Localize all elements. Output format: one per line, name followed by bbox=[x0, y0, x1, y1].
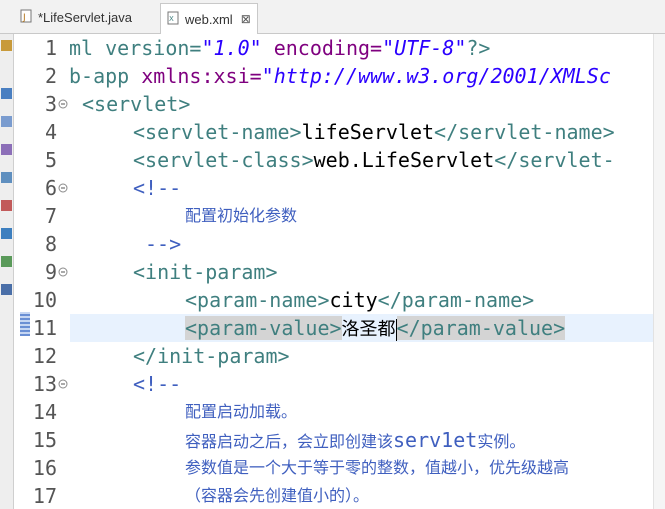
code-line: 8 --> bbox=[15, 230, 653, 258]
line-number: 17 bbox=[32, 484, 57, 508]
line-number: 3 bbox=[44, 92, 57, 116]
console-icon[interactable] bbox=[1, 172, 12, 183]
line-text: 配置启动加载。 bbox=[185, 402, 298, 421]
code-line: 13 <!-- bbox=[15, 370, 653, 398]
code-line: 1 ml version="1.0" encoding="UTF-8"?> bbox=[15, 34, 653, 62]
line-text: （容器会先创建值小的）。 bbox=[185, 486, 370, 505]
line-text: <servlet-class>web.LifeServlet</servlet- bbox=[133, 148, 615, 172]
line-number: 10 bbox=[32, 288, 57, 312]
code-line: 9 <init-param> bbox=[15, 258, 653, 286]
line-text: 参数值是一个大于等于零的整数，值越小，优先级越高 bbox=[185, 458, 570, 477]
line-text: <param-name>city</param-name> bbox=[185, 288, 535, 312]
problems-icon[interactable] bbox=[1, 144, 12, 155]
line-number: 12 bbox=[32, 344, 57, 368]
line-number: 8 bbox=[44, 232, 57, 256]
code-line: 7 配置初始化参数 bbox=[15, 202, 653, 230]
line-text: --> bbox=[145, 232, 182, 256]
code-line: 15 容器启动之后，会立即创建该serv1et实例。 bbox=[15, 426, 653, 454]
tab-web-xml[interactable]: X web.xml ⊠ bbox=[160, 3, 258, 34]
tasks-icon[interactable] bbox=[1, 256, 12, 267]
line-number: 2 bbox=[44, 64, 57, 88]
line-number: 14 bbox=[32, 400, 57, 424]
tab-lifeservlet-java[interactable]: J *LifeServlet.java bbox=[14, 4, 164, 30]
code-line: 6 <!-- bbox=[15, 174, 653, 202]
vertical-scrollbar[interactable] bbox=[653, 34, 665, 509]
left-toolbar bbox=[0, 34, 14, 509]
code-line: 14 配置启动加载。 bbox=[15, 398, 653, 426]
line-number: 6 bbox=[44, 176, 57, 200]
code-line: 17 （容器会先创建值小的）。 bbox=[15, 482, 653, 509]
package-icon[interactable] bbox=[1, 40, 12, 51]
code-line: 3 <servlet> bbox=[15, 90, 653, 118]
fold-collapse-icon[interactable] bbox=[58, 99, 68, 109]
editor-tab-bar: J *LifeServlet.java X web.xml ⊠ bbox=[0, 0, 665, 34]
code-line: 5 <servlet-class>web.LifeServlet</servle… bbox=[15, 146, 653, 174]
hierarchy-icon[interactable] bbox=[1, 116, 12, 127]
close-tab-icon[interactable]: ⊠ bbox=[241, 12, 251, 26]
outline-icon[interactable] bbox=[1, 88, 12, 99]
line-text: b-app xmlns:xsi="http://www.w3.org/2001/… bbox=[69, 64, 611, 88]
fold-collapse-icon[interactable] bbox=[58, 267, 68, 277]
code-line: 4 <servlet-name>lifeServlet</servlet-nam… bbox=[15, 118, 653, 146]
tab-label: *LifeServlet.java bbox=[38, 9, 132, 25]
line-number: 7 bbox=[44, 204, 57, 228]
line-number: 9 bbox=[44, 260, 57, 284]
line-number: 1 bbox=[44, 36, 57, 60]
svg-text:J: J bbox=[22, 13, 26, 23]
xml-editor[interactable]: 1 ml version="1.0" encoding="UTF-8"?> 2 … bbox=[15, 34, 653, 509]
current-line-marker bbox=[20, 312, 30, 336]
line-text: <param-value>洛圣都</param-value> bbox=[185, 316, 566, 341]
debug-icon[interactable] bbox=[1, 200, 12, 211]
line-number: 13 bbox=[32, 372, 57, 396]
fold-collapse-icon[interactable] bbox=[58, 379, 68, 389]
servers-icon[interactable] bbox=[1, 228, 12, 239]
tab-label: web.xml bbox=[185, 11, 233, 27]
code-line: 10 <param-name>city</param-name> bbox=[15, 286, 653, 314]
current-code-line: 11 <param-value>洛圣都</param-value> bbox=[15, 314, 653, 342]
code-line: 16 参数值是一个大于等于零的整数，值越小，优先级越高 bbox=[15, 454, 653, 482]
fold-collapse-icon[interactable] bbox=[58, 183, 68, 193]
line-text: 配置初始化参数 bbox=[185, 206, 298, 225]
line-text: <init-param> bbox=[133, 260, 278, 284]
line-number: 4 bbox=[44, 120, 57, 144]
line-text: <servlet-name>lifeServlet</servlet-name> bbox=[133, 120, 615, 144]
line-number: 5 bbox=[44, 148, 57, 172]
line-text: <!-- bbox=[133, 176, 182, 200]
xml-file-icon: X bbox=[167, 11, 179, 28]
code-line: 2 b-app xmlns:xsi="http://www.w3.org/200… bbox=[15, 62, 653, 90]
line-text: <servlet> bbox=[82, 92, 191, 116]
line-text: </init-param> bbox=[133, 344, 290, 368]
java-file-icon: J bbox=[20, 9, 32, 26]
line-text: ml version="1.0" encoding="UTF-8"?> bbox=[69, 36, 491, 60]
terminal-icon[interactable] bbox=[1, 284, 12, 295]
line-number: 16 bbox=[32, 456, 57, 480]
line-text: <!-- bbox=[133, 372, 182, 396]
line-text: 容器启动之后，会立即创建该serv1et实例。 bbox=[185, 428, 526, 452]
line-number: 15 bbox=[32, 428, 57, 452]
code-line: 12 </init-param> bbox=[15, 342, 653, 370]
svg-text:X: X bbox=[169, 15, 174, 23]
